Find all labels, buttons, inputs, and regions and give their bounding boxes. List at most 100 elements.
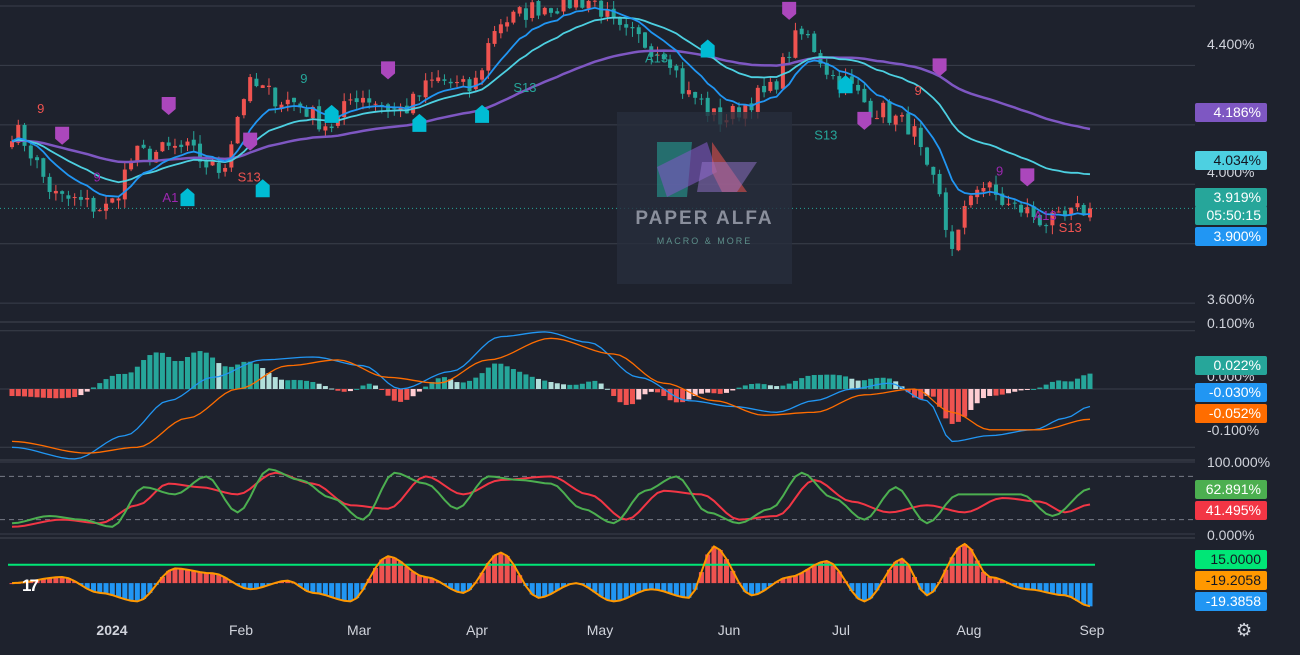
buy-marker-2 bbox=[324, 104, 339, 123]
candle-body-98 bbox=[624, 24, 629, 28]
chart-canvas[interactable]: 99A1S139A13S13S1399A13S13 bbox=[0, 0, 1300, 650]
candle-body-61 bbox=[392, 108, 397, 110]
candle-body-90 bbox=[574, 0, 579, 8]
watermark-tagline: MACRO & MORE bbox=[656, 236, 753, 246]
macd-histogram-bar-152 bbox=[962, 389, 968, 417]
osc-histogram-bar-53 bbox=[341, 583, 347, 601]
candle-body-6 bbox=[47, 176, 52, 192]
osc-histogram-value: -19.3858 bbox=[1195, 592, 1267, 611]
macd-histogram-bar-52 bbox=[335, 389, 341, 391]
candle-body-69 bbox=[442, 79, 447, 81]
candle-body-149 bbox=[943, 192, 948, 230]
candle-body-66 bbox=[423, 80, 428, 98]
gear-icon[interactable]: ⚙ bbox=[1236, 620, 1252, 641]
macd-histogram-bar-4 bbox=[34, 389, 40, 398]
osc-line-value: -19.2058 bbox=[1195, 571, 1267, 590]
macd-histogram-bar-125 bbox=[792, 380, 798, 389]
stoch-k-line bbox=[11, 468, 1091, 528]
candle-body-110 bbox=[699, 98, 704, 100]
signal-annotation-5: A13 bbox=[645, 50, 668, 65]
candle-body-84 bbox=[536, 1, 541, 16]
macd-histogram-bar-167 bbox=[1056, 380, 1062, 389]
macd-histogram-bar-6 bbox=[47, 389, 53, 399]
osc-histogram-bar-96 bbox=[611, 583, 617, 602]
candle-body-27 bbox=[179, 144, 184, 147]
x-tick-apr: Apr bbox=[466, 622, 488, 638]
bar-countdown: 05:50:15 bbox=[1195, 206, 1267, 225]
candle-body-56 bbox=[360, 97, 365, 103]
macd-histogram-bar-171 bbox=[1081, 375, 1087, 389]
candle-body-147 bbox=[931, 166, 936, 175]
chart-stage: 9 9 A1 S13 9 A13 S13 S13 9 9 A13 S13 PAPER ALFA MAC… bbox=[0, 0, 1300, 650]
candle-body-109 bbox=[693, 91, 698, 98]
candle-body-17 bbox=[116, 198, 121, 201]
candle-body-3 bbox=[28, 145, 33, 159]
macd-histogram-bar-90 bbox=[573, 384, 579, 389]
candle-body-76 bbox=[486, 43, 491, 71]
candle-body-21 bbox=[141, 144, 146, 148]
macd-histogram-bar-82 bbox=[523, 374, 529, 389]
x-tick-jul: Jul bbox=[832, 622, 850, 638]
macd-histogram-bar-74 bbox=[473, 377, 479, 389]
macd-histogram-bar-117 bbox=[742, 385, 748, 389]
macd-histogram-bar-137 bbox=[868, 378, 874, 389]
candle-body-71 bbox=[454, 82, 459, 84]
macd-histogram-bar-122 bbox=[774, 386, 780, 389]
candle-body-146 bbox=[925, 147, 930, 165]
candle-body-165 bbox=[1044, 225, 1049, 227]
macd-histogram-bar-112 bbox=[711, 389, 717, 394]
candle-body-25 bbox=[166, 142, 171, 146]
macd-histogram-bar-26 bbox=[172, 361, 178, 389]
candle-body-99 bbox=[630, 27, 635, 29]
candle-body-86 bbox=[549, 8, 553, 13]
candle-body-144 bbox=[912, 126, 917, 137]
macd-histogram-bar-116 bbox=[736, 387, 742, 389]
macd-histogram-bar-73 bbox=[467, 380, 473, 389]
candle-body-148 bbox=[937, 173, 942, 195]
macd-signal-value: -0.052% bbox=[1195, 404, 1267, 423]
macd-histogram-bar-15 bbox=[103, 379, 109, 389]
osc-threshold-value: 15.0000 bbox=[1195, 550, 1267, 569]
stoch-d-value: 41.495% bbox=[1195, 501, 1267, 520]
sell-marker-5 bbox=[782, 1, 797, 20]
candle-body-16 bbox=[110, 198, 115, 203]
y-tick-4400: 4.400% bbox=[1207, 36, 1255, 52]
x-tick-feb: Feb bbox=[228, 622, 254, 638]
macd-histogram-bar-51 bbox=[329, 388, 335, 390]
macd-histogram-bar-34 bbox=[222, 366, 228, 389]
candle-body-108 bbox=[686, 90, 691, 95]
macd-histogram-bar-98 bbox=[623, 389, 629, 405]
osc-histogram-bar-168 bbox=[1062, 583, 1068, 596]
candle-body-33 bbox=[216, 162, 221, 173]
macd-histogram-bar-17 bbox=[116, 374, 122, 389]
candle-body-85 bbox=[542, 7, 547, 15]
candle-body-64 bbox=[411, 93, 416, 114]
watermark-brand: PAPER ALFA bbox=[635, 208, 774, 229]
price-tag-ma-mid: 4.034% bbox=[1195, 151, 1267, 170]
candle-body-78 bbox=[498, 24, 503, 34]
macd-histogram-bar-158 bbox=[999, 389, 1005, 395]
macd-histogram-bar-129 bbox=[818, 374, 823, 389]
macd-histogram-bar-128 bbox=[811, 375, 817, 389]
candle-body-160 bbox=[1012, 202, 1017, 204]
macd-histogram-bar-97 bbox=[617, 389, 623, 403]
macd-histogram-bar-131 bbox=[830, 374, 836, 389]
candle-body-47 bbox=[304, 109, 309, 117]
candle-body-22 bbox=[147, 148, 152, 162]
tradingview-logo: 17 bbox=[22, 576, 39, 595]
macd-histogram-bar-55 bbox=[354, 388, 360, 390]
candle-body-93 bbox=[592, 0, 597, 2]
macd-histogram-bar-16 bbox=[109, 375, 115, 389]
candle-body-150 bbox=[950, 231, 955, 249]
macd-histogram-bar-45 bbox=[291, 379, 297, 389]
osc-histogram-bar-172 bbox=[1087, 583, 1093, 607]
macd-histogram-bar-151 bbox=[955, 389, 961, 422]
candle-body-79 bbox=[505, 22, 510, 27]
macd-histogram-bar-72 bbox=[460, 382, 466, 389]
macd-histogram-bar-78 bbox=[498, 363, 504, 389]
watermark-logo-icon bbox=[657, 142, 757, 197]
macd-histogram-bar-12 bbox=[84, 389, 90, 392]
macd-histogram-bar-166 bbox=[1049, 381, 1055, 389]
osc-histogram-bar-54 bbox=[347, 583, 353, 602]
candle-body-36 bbox=[235, 116, 240, 144]
